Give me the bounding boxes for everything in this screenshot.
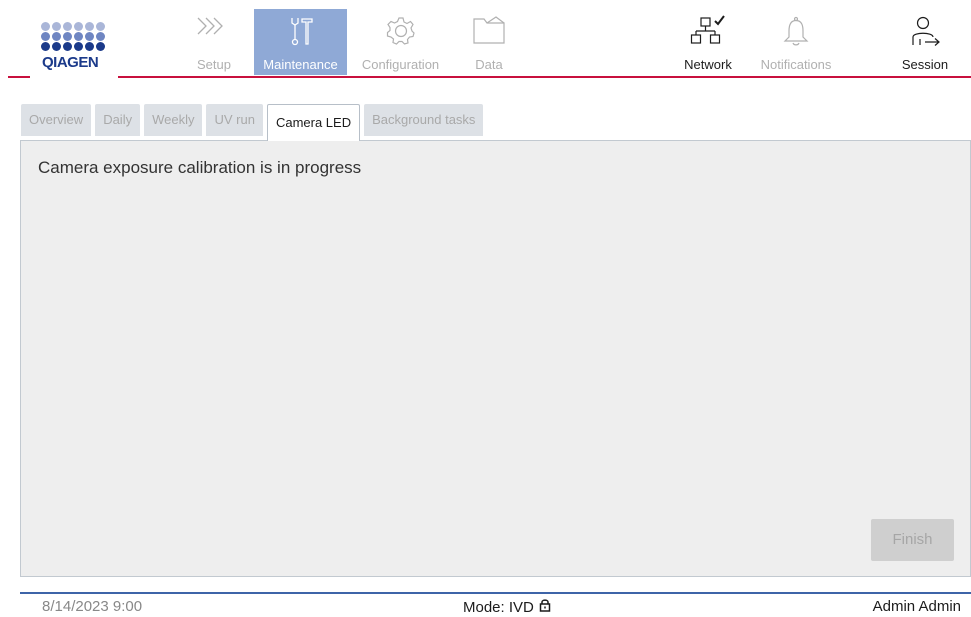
nav-network[interactable]: Network: [674, 9, 742, 75]
bell-icon: [781, 15, 811, 50]
tab-weekly[interactable]: Weekly: [144, 104, 203, 136]
nav-notifications-label: Notifications: [760, 57, 832, 72]
nav-notifications[interactable]: Notifications: [748, 9, 844, 75]
qiagen-logo: QIAGEN: [34, 22, 114, 84]
nav-data-label: Data: [475, 57, 503, 72]
footer-divider: [20, 592, 971, 594]
footer-user[interactable]: Admin Admin: [873, 598, 961, 615]
chevrons-right-icon: [194, 15, 234, 40]
gear-icon: [385, 15, 417, 50]
nav-setup[interactable]: Setup: [180, 9, 248, 75]
nav-session[interactable]: Session: [887, 9, 963, 75]
folder-icon: [472, 15, 506, 48]
tab-uv-run[interactable]: UV run: [206, 104, 263, 136]
calibration-status-message: Camera exposure calibration is in progre…: [38, 158, 362, 177]
footer-mode: Mode: IVD: [463, 598, 551, 616]
tab-daily[interactable]: Daily: [95, 104, 141, 136]
app-root: QIAGEN Setup Maintenance Configuration D…: [0, 0, 971, 617]
nav-session-label: Session: [901, 57, 949, 72]
app-header: QIAGEN Setup Maintenance Configuration D…: [0, 0, 971, 90]
tab-overview[interactable]: Overview: [21, 104, 92, 136]
network-check-icon: [688, 15, 728, 50]
footer-datetime: 8/14/2023 9:00: [42, 598, 143, 615]
nav-configuration-label: Configuration: [361, 57, 440, 72]
nav-configuration[interactable]: Configuration: [352, 9, 449, 75]
nav-setup-label: Setup: [197, 57, 231, 72]
logo-text: QIAGEN: [42, 54, 99, 71]
nav-network-label: Network: [684, 57, 732, 72]
header-accent-line: [118, 76, 971, 78]
nav-maintenance[interactable]: Maintenance: [254, 9, 347, 75]
lock-icon: [539, 598, 551, 616]
nav-maintenance-label: Maintenance: [263, 57, 338, 72]
nav-data[interactable]: Data: [456, 9, 522, 75]
tools-icon: [286, 15, 316, 50]
user-logout-icon: [907, 15, 943, 50]
camera-led-panel: Camera exposure calibration is in progre…: [20, 140, 971, 577]
header-accent-line: [8, 76, 30, 78]
tab-background-tasks[interactable]: Background tasks: [364, 104, 484, 136]
maintenance-tabs: Overview Daily Weekly UV run Camera LED …: [21, 104, 484, 141]
logo-dots: [41, 22, 111, 52]
tab-camera-led[interactable]: Camera LED: [266, 104, 361, 141]
finish-button[interactable]: Finish: [871, 519, 954, 561]
mode-label: Mode: IVD: [463, 598, 534, 616]
